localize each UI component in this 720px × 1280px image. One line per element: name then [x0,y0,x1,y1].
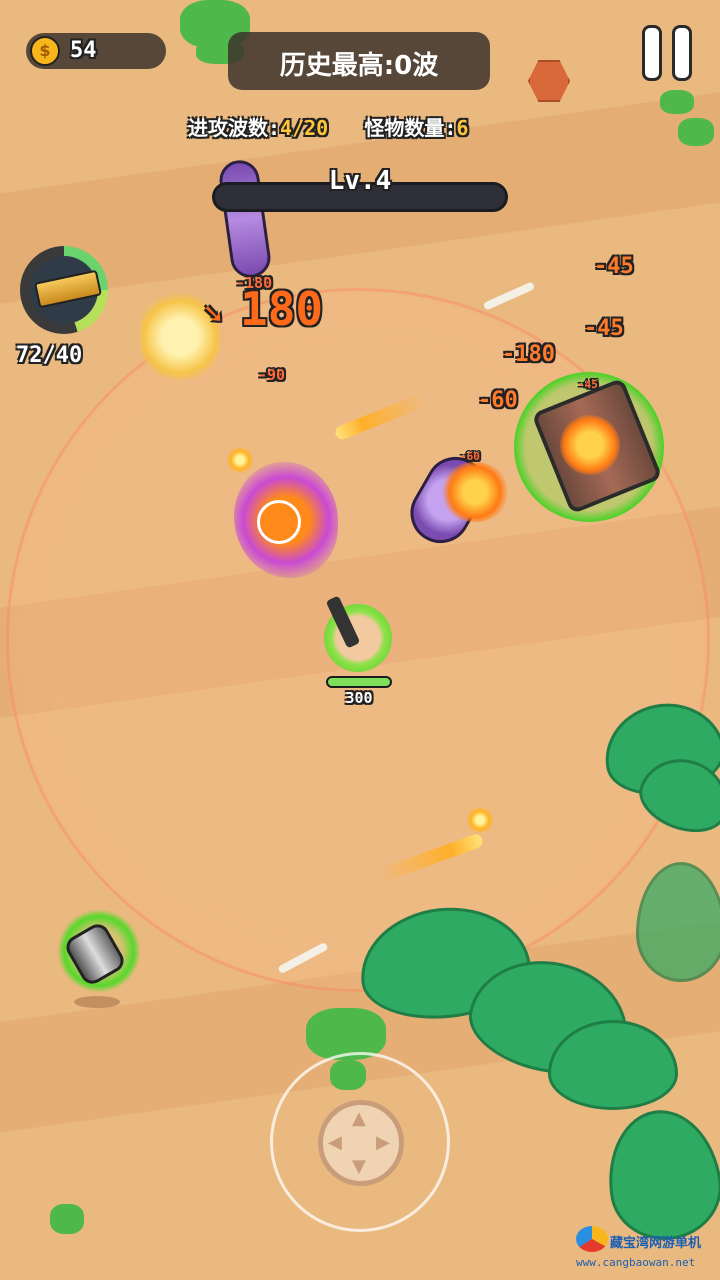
wave-status: 进攻波数:4/20 怪物数量:6 [188,112,528,141]
watermark-name: 藏宝湾网游单机 [610,1236,702,1251]
fireball-projectile [466,806,494,834]
damage-number: -180 [236,274,273,292]
fireball-projectile [226,446,254,474]
pause-bar-right [672,25,692,81]
watermark-logo [576,1226,608,1252]
pause-bar-left [642,25,662,81]
monster-count: 6 [456,116,469,140]
rock [528,60,570,102]
level-text: Lv.4 [328,166,392,196]
damage-number: -90 [258,366,286,384]
fire-burst [440,462,510,522]
coin-icon: $ [30,36,60,66]
game-stage[interactable]: 300 -45 -45 -180 -60 180 ➘ -90 -180 -45 … [0,0,720,1280]
grenade-shadow [74,996,120,1008]
player-health-bar [326,676,392,688]
palm-tree [636,862,720,982]
palm-tree [599,1102,720,1248]
bone [482,281,536,311]
arrow-right-icon: ▶ [376,1132,390,1153]
ammo-count: 72/40 [16,343,83,368]
arrow-left-icon: ◀ [328,1132,342,1153]
wave-value: 4/20 [280,116,329,140]
damage-number: -45 [578,378,598,391]
damage-number: -60 [460,450,480,463]
shrub-right [678,118,714,146]
damage-number: -45 [584,316,624,341]
arrow-down-icon: ▼ [352,1156,366,1177]
arrow-up-icon: ▲ [352,1108,366,1129]
monster-label: 怪物数量: [364,116,457,140]
player-hp-value: 300 [345,689,373,707]
wave-label: 进攻波数: [188,116,281,140]
coin-count: 54 [70,38,97,63]
pause-button[interactable] [642,25,698,83]
fire-burst [560,415,620,475]
damage-number: -60 [478,388,518,413]
shrub [50,1204,84,1234]
damage-number: -180 [502,342,555,367]
best-record-text: 历史最高:0波 [279,51,439,81]
critical-arrow-icon: ➘ [204,296,223,331]
target-crosshair [257,500,301,544]
watermark-url: www.cangbaowan.net [576,1256,696,1269]
damage-number: -45 [594,254,634,279]
shrub-top-right [660,90,694,114]
